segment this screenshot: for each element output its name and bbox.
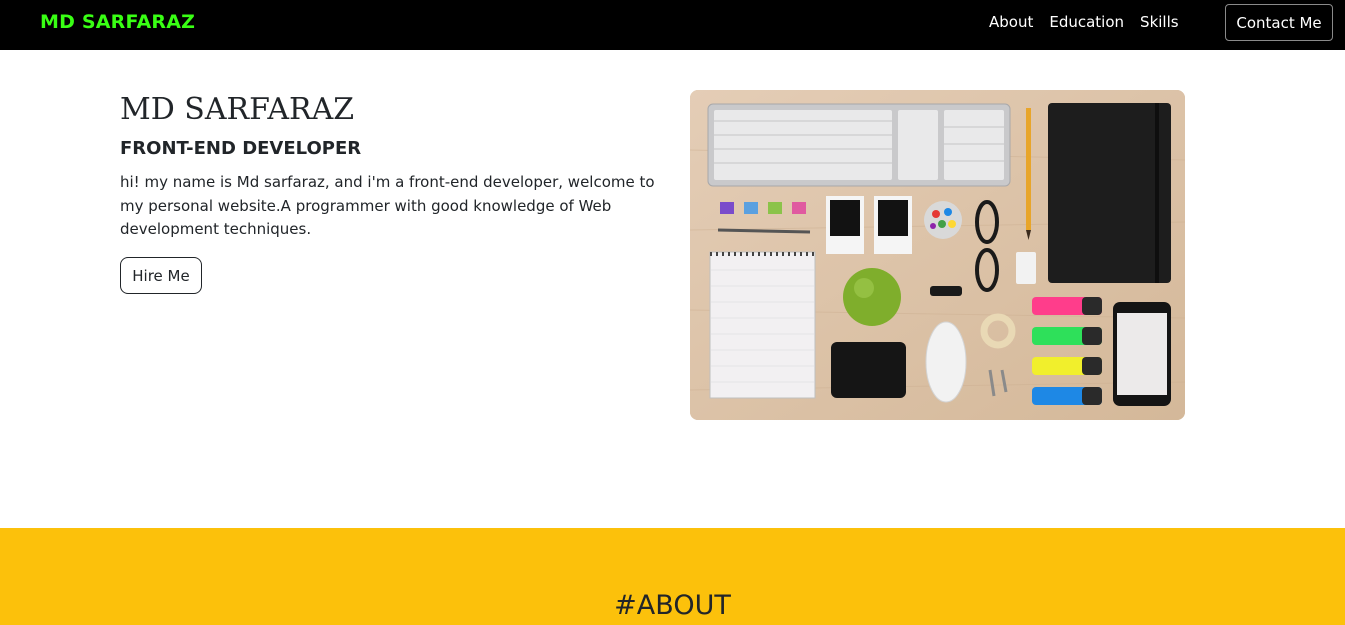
desk-flatlay-illustration [690, 90, 1185, 420]
brand-logo[interactable]: MD SARFARAZ [40, 11, 195, 33]
hero-description: hi! my name is Md sarfaraz, and i'm a fr… [120, 173, 655, 238]
nav-link-about[interactable]: About [989, 13, 1033, 31]
nav-link-education[interactable]: Education [1049, 13, 1124, 31]
hero-role: FRONT-END DEVELOPER [120, 138, 362, 159]
about-section: #ABOUT [0, 528, 1345, 625]
nav-link-skills[interactable]: Skills [1140, 13, 1179, 31]
hero-desk-image [690, 90, 1185, 420]
contact-me-button[interactable]: Contact Me [1225, 4, 1333, 41]
navbar: MD SARFARAZ About Education Skills Conta… [0, 0, 1345, 50]
hire-me-button[interactable]: Hire Me [120, 257, 202, 294]
nav-links: About Education Skills [989, 13, 1179, 31]
about-heading: #ABOUT [614, 590, 731, 621]
hero-name: MD SARFARAZ [120, 92, 355, 127]
